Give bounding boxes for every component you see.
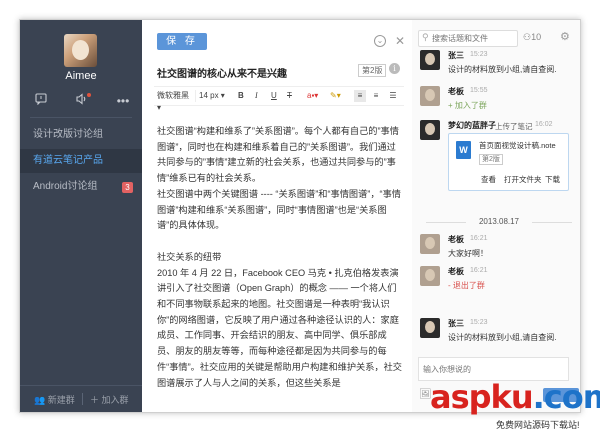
unread-badge: 3 xyxy=(122,182,133,193)
underline-button[interactable]: U xyxy=(271,90,277,102)
group-icon: 👥 xyxy=(34,395,46,405)
watermark: aspku.com 免费网站源码下载站! xyxy=(430,378,600,437)
gear-icon[interactable]: ⚙ xyxy=(560,30,570,43)
font-size-select[interactable]: 14 px ▾ xyxy=(199,90,225,102)
font-color-icon[interactable]: a▪▾ xyxy=(307,90,318,102)
watermark-tagline: 免费网站源码下载站! xyxy=(496,420,580,430)
speaker-icon[interactable] xyxy=(73,92,91,110)
sidebar-icon-row: ••• xyxy=(20,92,142,110)
sidebar-footer: 👥 新建群 ＋ 加入群 xyxy=(20,385,142,412)
format-toolbar: 微软雅黑 ▾ 14 px ▾ B I U T a▪▾ ✎▾ ≡ ≡ ☰ xyxy=(154,86,404,112)
join-group-button[interactable]: ＋ 加入群 xyxy=(90,393,129,406)
chat-icon[interactable] xyxy=(32,92,50,110)
group-label: 有道云笔记产品 xyxy=(33,155,103,166)
sender-name[interactable]: 老板 xyxy=(448,266,464,277)
italic-button[interactable]: I xyxy=(255,90,258,102)
info-icon[interactable]: i xyxy=(389,63,400,74)
avatar[interactable] xyxy=(420,234,440,254)
member-count-value: 10 xyxy=(531,32,542,42)
message-action: 上传了笔记 xyxy=(495,122,533,131)
avatar[interactable] xyxy=(420,86,440,106)
message-time: 16:02 xyxy=(535,121,553,128)
watermark-tld: .com xyxy=(532,378,600,416)
sidebar: Aimee ••• 设计改版讨论组 有道云笔记产品 Android讨论组 3 👥… xyxy=(20,20,142,412)
align-center-icon[interactable]: ≡ xyxy=(370,90,382,102)
group-item-design[interactable]: 设计改版讨论组 xyxy=(20,123,142,147)
watermark-brand: aspku xyxy=(430,378,534,416)
sidebar-divider xyxy=(30,117,132,118)
message-time: 15:23 xyxy=(470,51,488,58)
new-group-label: 新建群 xyxy=(47,395,75,405)
username: Aimee xyxy=(65,70,97,82)
bold-button[interactable]: B xyxy=(238,90,244,102)
search-input[interactable] xyxy=(432,32,514,44)
close-icon[interactable]: ✕ xyxy=(394,35,406,47)
version-badge[interactable]: 第2版 xyxy=(358,64,387,77)
message-time: 16:21 xyxy=(470,267,488,274)
chevron-down-icon[interactable]: ⌄ xyxy=(374,35,386,47)
paragraph: 社交图谱“构建和维系了”关系图谱”。每个人都有自己的”事情图谱”，同时也在构建和… xyxy=(157,126,399,184)
group-label: Android讨论组 xyxy=(33,181,98,192)
search-icon: ⚲ xyxy=(422,32,429,42)
note-body[interactable]: 社交图谱“构建和维系了”关系图谱”。每个人都有自己的”事情图谱”，同时也在构建和… xyxy=(157,124,402,391)
font-select[interactable]: 微软雅黑 ▾ xyxy=(157,90,196,112)
plus-icon: ＋ xyxy=(90,395,100,405)
highlight-icon[interactable]: ✎▾ xyxy=(330,90,341,102)
align-left-icon[interactable]: ≡ xyxy=(354,90,366,102)
file-name[interactable]: 首页面视觉设计稿.note xyxy=(479,140,556,151)
avatar[interactable] xyxy=(420,120,440,140)
message-time: 15:23 xyxy=(470,319,488,326)
chat-panel: ⚲ ⚇10 ⚙ 张三 15:23 设计的材料放到小组,请自查阅. 老板 15:5… xyxy=(412,20,580,412)
more-icon[interactable]: ••• xyxy=(114,92,132,110)
list-icon[interactable]: ☰ xyxy=(387,90,399,102)
file-version: 第2版 xyxy=(479,154,503,165)
avatar[interactable] xyxy=(420,318,440,338)
message-text: 大家好啊！ xyxy=(448,249,488,258)
note-title[interactable]: 社交图谱的核心从来不是兴趣 xyxy=(157,65,287,80)
strikethrough-button[interactable]: T xyxy=(287,90,292,102)
user-avatar[interactable] xyxy=(64,34,97,67)
download-link[interactable]: 下载 xyxy=(545,174,560,185)
members-icon: ⚇ xyxy=(523,32,532,42)
message-time: 16:21 xyxy=(470,235,488,242)
document-icon: W xyxy=(456,141,471,159)
group-item-youdao[interactable]: 有道云笔记产品 xyxy=(20,149,142,173)
app-window: Aimee ••• 设计改版讨论组 有道云笔记产品 Android讨论组 3 👥… xyxy=(19,19,581,413)
group-label: 设计改版讨论组 xyxy=(33,129,103,140)
sender-name[interactable]: 梦幻的蓝胖子 xyxy=(448,120,496,131)
message-text: 设计的材料放到小组,请自查阅. xyxy=(448,333,557,342)
watermark-logo: aspku.com xyxy=(430,378,600,416)
save-button[interactable]: 保 存 xyxy=(157,33,207,50)
font-size-value: 14 px xyxy=(199,91,219,100)
sender-name[interactable]: 张三 xyxy=(448,318,464,329)
message-time: 15:55 xyxy=(470,87,488,94)
view-link[interactable]: 查看 xyxy=(481,174,496,185)
open-folder-link[interactable]: 打开文件夹 xyxy=(504,174,542,185)
paragraph: 社交图谱中两个关键图谱 ---- “关系图谱”和“事情图谱”，“事情图谱”构建和… xyxy=(157,188,401,231)
search-box[interactable]: ⚲ xyxy=(418,30,518,47)
sender-name[interactable]: 老板 xyxy=(448,86,464,97)
new-group-button[interactable]: 👥 新建群 xyxy=(34,393,75,406)
member-count[interactable]: ⚇10 xyxy=(523,32,541,43)
footer-divider xyxy=(82,393,83,405)
message-text: 设计的材料放到小组,请自查阅. xyxy=(448,65,557,74)
group-list: 设计改版讨论组 有道云笔记产品 Android讨论组 3 xyxy=(20,121,142,199)
group-item-android[interactable]: Android讨论组 3 xyxy=(20,175,142,199)
avatar[interactable] xyxy=(420,50,440,70)
file-card[interactable]: W 首页面视觉设计稿.note 第2版 查看 打开文件夹 下载 xyxy=(448,133,569,191)
font-value: 微软雅黑 xyxy=(157,91,189,100)
section-heading: 社交关系的纽带 xyxy=(157,251,222,262)
note-editor: 保 存 ⌄ ✕ 社交图谱的核心从来不是兴趣 第2版 i 微软雅黑 ▾ 14 px… xyxy=(142,20,413,412)
sender-name[interactable]: 张三 xyxy=(448,50,464,61)
avatar[interactable] xyxy=(420,266,440,286)
join-group-label: 加入群 xyxy=(101,395,129,405)
system-event: - 退出了群 xyxy=(448,281,485,290)
sender-name[interactable]: 老板 xyxy=(448,234,464,245)
message-input[interactable] xyxy=(419,358,567,380)
system-event: + 加入了群 xyxy=(448,101,487,110)
paragraph: 2010 年 4 月 22 日，Facebook CEO 马克 • 扎克伯格发表… xyxy=(157,267,402,388)
notification-dot xyxy=(87,93,91,97)
date-separator: 2013.08.17 xyxy=(420,217,578,227)
